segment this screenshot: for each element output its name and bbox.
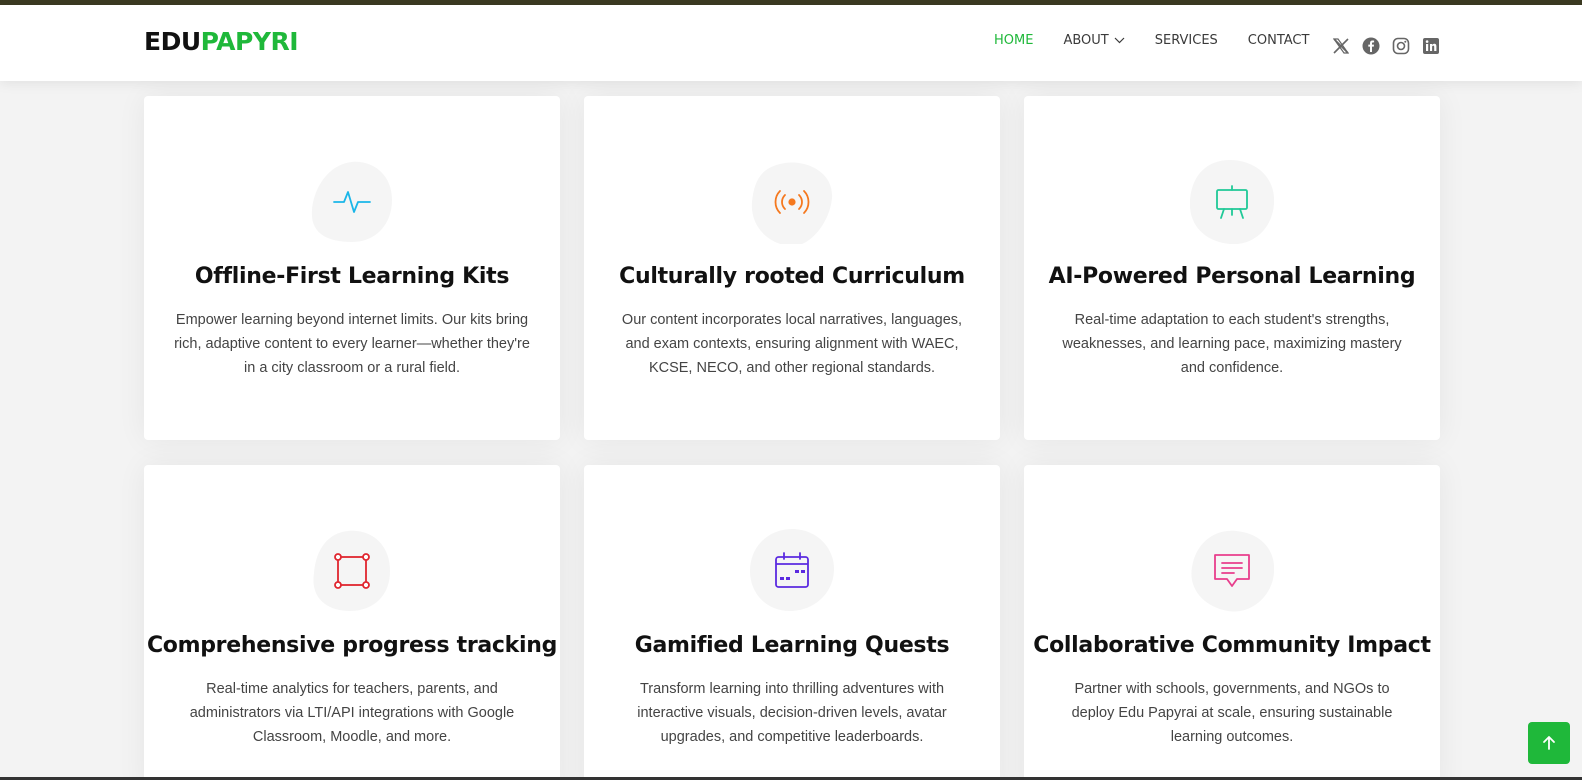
feature-description: Partner with schools, governments, and N… xyxy=(1071,681,1393,745)
chat-icon xyxy=(1214,554,1250,587)
nav-services[interactable]: SERVICES xyxy=(1155,33,1218,48)
feature-icon-wrap xyxy=(750,529,834,613)
activity-icon xyxy=(333,191,371,213)
calendar-icon xyxy=(775,552,809,588)
feature-card-community-impact: Collaborative Community Impact Partner w… xyxy=(1024,465,1440,780)
feature-description: Our content incorporates local narrative… xyxy=(621,312,963,376)
feature-icon-wrap xyxy=(310,529,394,613)
feature-description: Empower learning beyond internet limits.… xyxy=(174,312,530,376)
facebook-icon[interactable] xyxy=(1362,37,1380,55)
arrow-up-icon xyxy=(1543,736,1555,750)
chevron-down-icon xyxy=(1114,33,1125,48)
broadcast-icon xyxy=(774,190,810,214)
feature-icon-wrap xyxy=(1190,160,1274,244)
feature-icon-wrap xyxy=(750,160,834,244)
feature-title: AI-Powered Personal Learning xyxy=(1048,264,1416,289)
feature-card-offline-kits: Offline-First Learning Kits Empower lear… xyxy=(144,96,560,440)
feature-description: Transform learning into thrilling advent… xyxy=(637,681,947,745)
scroll-to-top-button[interactable] xyxy=(1528,722,1570,764)
feature-icon-wrap xyxy=(310,160,394,244)
feature-icon-wrap xyxy=(1190,529,1274,613)
linkedin-icon[interactable] xyxy=(1422,37,1440,55)
feature-title: Collaborative Community Impact xyxy=(1033,633,1431,658)
easel-icon xyxy=(1216,185,1248,219)
social-links xyxy=(1332,37,1452,55)
feature-title: Offline-First Learning Kits xyxy=(194,264,510,289)
nav-contact[interactable]: CONTACT xyxy=(1248,33,1310,48)
feature-card-curriculum: Culturally rooted Curriculum Our content… xyxy=(584,96,1000,440)
site-header: EDUPAPYRI HOME ABOUT SERVICES CONTACT xyxy=(0,5,1582,81)
logo-part-papyri: PAPYRI xyxy=(200,27,299,56)
logo-part-edu: EDU xyxy=(144,27,201,56)
nav-about-label: ABOUT xyxy=(1063,33,1109,48)
bounding-box-icon xyxy=(334,553,370,589)
feature-card-gamified-quests: Gamified Learning Quests Transform learn… xyxy=(584,465,1000,780)
feature-card-ai-learning: AI-Powered Personal Learning Real-time a… xyxy=(1024,96,1440,440)
x-icon[interactable] xyxy=(1332,37,1350,55)
feature-title: Comprehensive progress tracking xyxy=(146,633,558,658)
feature-card-progress-tracking: Comprehensive progress tracking Real-tim… xyxy=(144,465,560,780)
site-logo[interactable]: EDUPAPYRI xyxy=(144,27,299,56)
main-nav: HOME ABOUT SERVICES CONTACT xyxy=(994,33,1339,48)
feature-description: Real-time analytics for teachers, parent… xyxy=(189,681,515,745)
feature-title: Culturally rooted Curriculum xyxy=(619,264,965,289)
feature-title: Gamified Learning Quests xyxy=(634,633,950,658)
instagram-icon[interactable] xyxy=(1392,37,1410,55)
nav-about[interactable]: ABOUT xyxy=(1063,33,1125,48)
feature-description: Real-time adaptation to each student's s… xyxy=(1062,312,1402,376)
nav-home[interactable]: HOME xyxy=(994,33,1033,48)
